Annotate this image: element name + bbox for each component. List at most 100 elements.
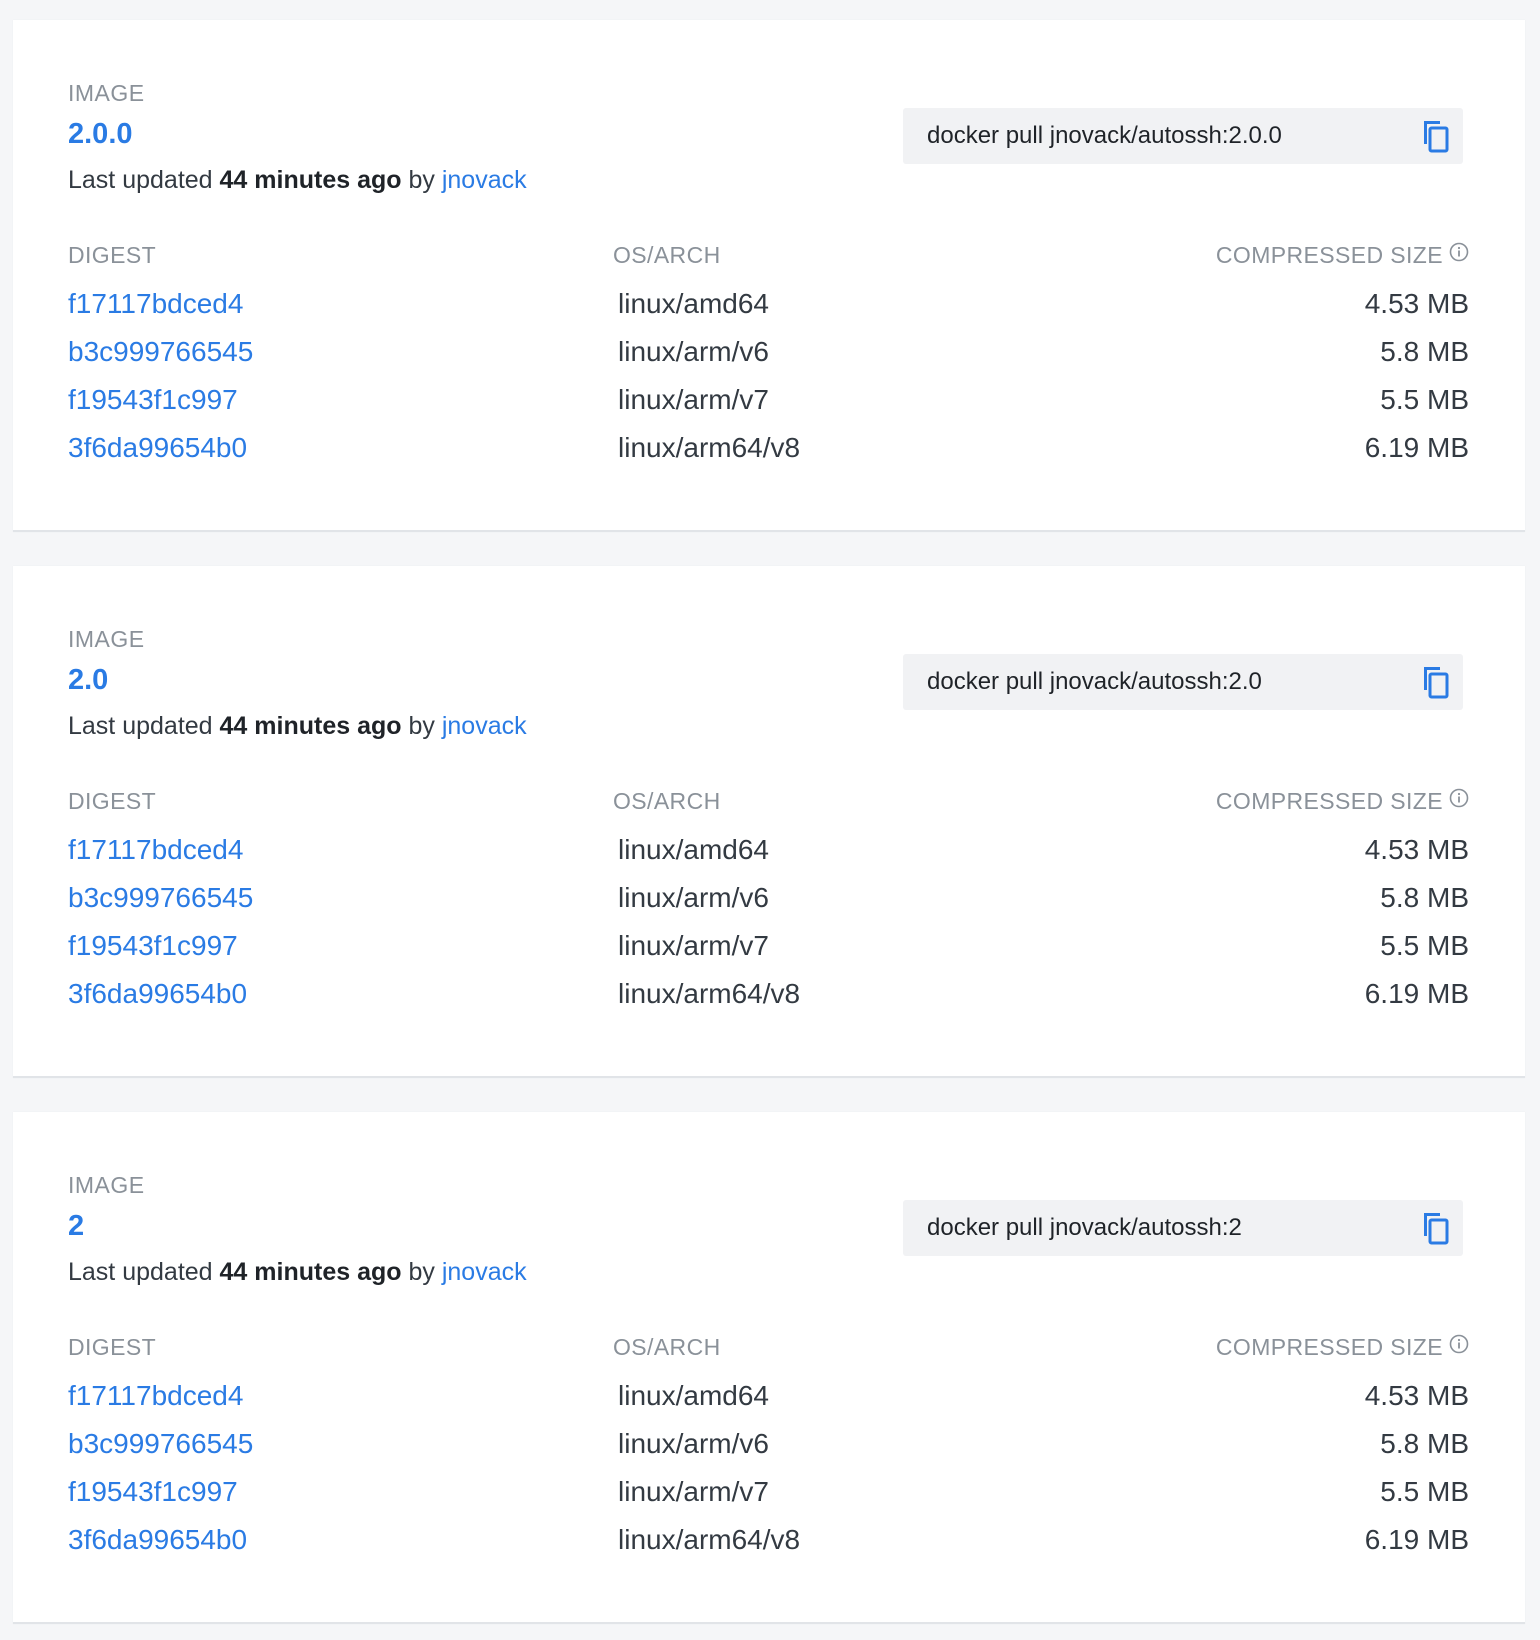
- os-arch-value: linux/arm/v7: [618, 1476, 769, 1507]
- info-icon[interactable]: [1449, 242, 1469, 262]
- last-updated-prefix: Last updated: [68, 712, 213, 740]
- size-value: 5.8 MB: [1380, 882, 1469, 913]
- pull-command-text: docker pull jnovack/autossh:2: [927, 1214, 1242, 1241]
- copy-button[interactable]: [1407, 108, 1463, 164]
- compressed-size-label: COMPRESSED SIZE: [1215, 788, 1443, 814]
- table-row: f17117bdced4 linux/amd64 4.53 MB: [68, 1374, 1469, 1422]
- os-arch-header: OS/ARCH: [613, 1334, 721, 1360]
- digest-link[interactable]: f17117bdced4: [68, 1380, 243, 1412]
- user-link[interactable]: jnovack: [442, 1258, 527, 1286]
- last-updated-text: Last updated 44 minutes ago by jnovack: [68, 1258, 527, 1287]
- size-value: 6.19 MB: [1364, 432, 1469, 463]
- os-arch-value: linux/arm64/v8: [618, 978, 801, 1009]
- digest-table: f17117bdced4 linux/amd64 4.53 MB b3c9997…: [68, 282, 1469, 474]
- size-value: 5.5 MB: [1380, 930, 1469, 961]
- last-updated-text: Last updated 44 minutes ago by jnovack: [68, 166, 527, 195]
- digest-header: DIGEST: [68, 1334, 157, 1360]
- copy-button[interactable]: [1407, 1200, 1463, 1256]
- pull-command-text: docker pull jnovack/autossh:2.0: [927, 668, 1262, 695]
- digest-header: DIGEST: [68, 788, 157, 814]
- size-value: 4.53 MB: [1364, 834, 1469, 865]
- table-row: 3f6da99654b0 linux/arm64/v8 6.19 MB: [68, 426, 1469, 474]
- last-updated-prefix: Last updated: [68, 1258, 213, 1286]
- compressed-size-header: COMPRESSED SIZE: [1216, 788, 1469, 815]
- image-label: IMAGE: [68, 626, 145, 652]
- digest-link[interactable]: 3f6da99654b0: [68, 1524, 247, 1556]
- digest-link[interactable]: f19543f1c997: [68, 1476, 238, 1508]
- user-link[interactable]: jnovack: [442, 712, 527, 740]
- table-row: b3c999766545 linux/arm/v6 5.8 MB: [68, 330, 1469, 378]
- os-arch-header: OS/ARCH: [613, 788, 721, 814]
- compressed-size-label: COMPRESSED SIZE: [1215, 242, 1443, 268]
- image-label: IMAGE: [68, 80, 145, 106]
- digest-link[interactable]: b3c999766545: [68, 336, 253, 368]
- last-updated-prefix: Last updated: [68, 166, 213, 194]
- image-label: IMAGE: [68, 1172, 145, 1198]
- last-updated-text: Last updated 44 minutes ago by jnovack: [68, 712, 527, 741]
- table-row: f17117bdced4 linux/amd64 4.53 MB: [68, 828, 1469, 876]
- digest-link[interactable]: f17117bdced4: [68, 288, 243, 320]
- table-row: f19543f1c997 linux/arm/v7 5.5 MB: [68, 378, 1469, 426]
- digest-table: f17117bdced4 linux/amd64 4.53 MB b3c9997…: [68, 1374, 1469, 1566]
- table-row: f19543f1c997 linux/arm/v7 5.5 MB: [68, 1470, 1469, 1518]
- os-arch-value: linux/arm/v6: [618, 336, 769, 367]
- digest-link[interactable]: 3f6da99654b0: [68, 978, 247, 1010]
- image-card: IMAGE 2.0 Last updated 44 minutes ago by…: [13, 566, 1525, 1078]
- size-value: 4.53 MB: [1364, 1380, 1469, 1411]
- copy-icon: [1424, 667, 1449, 699]
- pull-command-text: docker pull jnovack/autossh:2.0.0: [927, 122, 1282, 149]
- size-value: 5.8 MB: [1380, 336, 1469, 367]
- os-arch-value: linux/arm/v6: [618, 882, 769, 913]
- size-value: 5.8 MB: [1380, 1428, 1469, 1459]
- last-updated-time: 44 minutes ago: [219, 712, 402, 740]
- copy-icon: [1424, 121, 1449, 153]
- by-label: by: [408, 1258, 435, 1286]
- os-arch-value: linux/arm/v6: [618, 1428, 769, 1459]
- size-value: 4.53 MB: [1364, 288, 1469, 319]
- os-arch-value: linux/arm/v7: [618, 384, 769, 415]
- table-row: 3f6da99654b0 linux/arm64/v8 6.19 MB: [68, 1518, 1469, 1566]
- table-row: f17117bdced4 linux/amd64 4.53 MB: [68, 282, 1469, 330]
- image-card: IMAGE 2 Last updated 44 minutes ago by j…: [13, 1112, 1525, 1624]
- by-label: by: [408, 166, 435, 194]
- last-updated-time: 44 minutes ago: [219, 1258, 402, 1286]
- digest-link[interactable]: f19543f1c997: [68, 384, 238, 416]
- size-value: 6.19 MB: [1364, 978, 1469, 1009]
- info-icon[interactable]: [1449, 788, 1469, 808]
- table-row: b3c999766545 linux/arm/v6 5.8 MB: [68, 1422, 1469, 1470]
- pull-command-box: docker pull jnovack/autossh:2.0.0: [903, 108, 1463, 164]
- copy-button[interactable]: [1407, 654, 1463, 710]
- os-arch-header: OS/ARCH: [613, 242, 721, 268]
- size-value: 5.5 MB: [1380, 1476, 1469, 1507]
- size-value: 6.19 MB: [1364, 1524, 1469, 1555]
- table-row: 3f6da99654b0 linux/arm64/v8 6.19 MB: [68, 972, 1469, 1020]
- pull-command-box: docker pull jnovack/autossh:2: [903, 1200, 1463, 1256]
- image-tag-link[interactable]: 2.0: [68, 664, 108, 697]
- user-link[interactable]: jnovack: [442, 166, 527, 194]
- digest-link[interactable]: b3c999766545: [68, 1428, 253, 1460]
- compressed-size-header: COMPRESSED SIZE: [1216, 1334, 1469, 1361]
- last-updated-time: 44 minutes ago: [219, 166, 402, 194]
- digest-table: f17117bdced4 linux/amd64 4.53 MB b3c9997…: [68, 828, 1469, 1020]
- table-row: b3c999766545 linux/arm/v6 5.8 MB: [68, 876, 1469, 924]
- digest-link[interactable]: f17117bdced4: [68, 834, 243, 866]
- info-icon[interactable]: [1449, 1334, 1469, 1354]
- image-tag-link[interactable]: 2: [68, 1210, 84, 1243]
- by-label: by: [408, 712, 435, 740]
- digest-link[interactable]: b3c999766545: [68, 882, 253, 914]
- digest-link[interactable]: 3f6da99654b0: [68, 432, 247, 464]
- digest-link[interactable]: f19543f1c997: [68, 930, 238, 962]
- os-arch-value: linux/amd64: [618, 1380, 769, 1411]
- size-value: 5.5 MB: [1380, 384, 1469, 415]
- pull-command-box: docker pull jnovack/autossh:2.0: [903, 654, 1463, 710]
- table-row: f19543f1c997 linux/arm/v7 5.5 MB: [68, 924, 1469, 972]
- os-arch-value: linux/arm/v7: [618, 930, 769, 961]
- compressed-size-label: COMPRESSED SIZE: [1215, 1334, 1443, 1360]
- os-arch-value: linux/amd64: [618, 288, 769, 319]
- os-arch-value: linux/arm64/v8: [618, 1524, 801, 1555]
- os-arch-value: linux/amd64: [618, 834, 769, 865]
- digest-header: DIGEST: [68, 242, 157, 268]
- image-tag-link[interactable]: 2.0.0: [68, 118, 133, 151]
- os-arch-value: linux/arm64/v8: [618, 432, 801, 463]
- compressed-size-header: COMPRESSED SIZE: [1216, 242, 1469, 269]
